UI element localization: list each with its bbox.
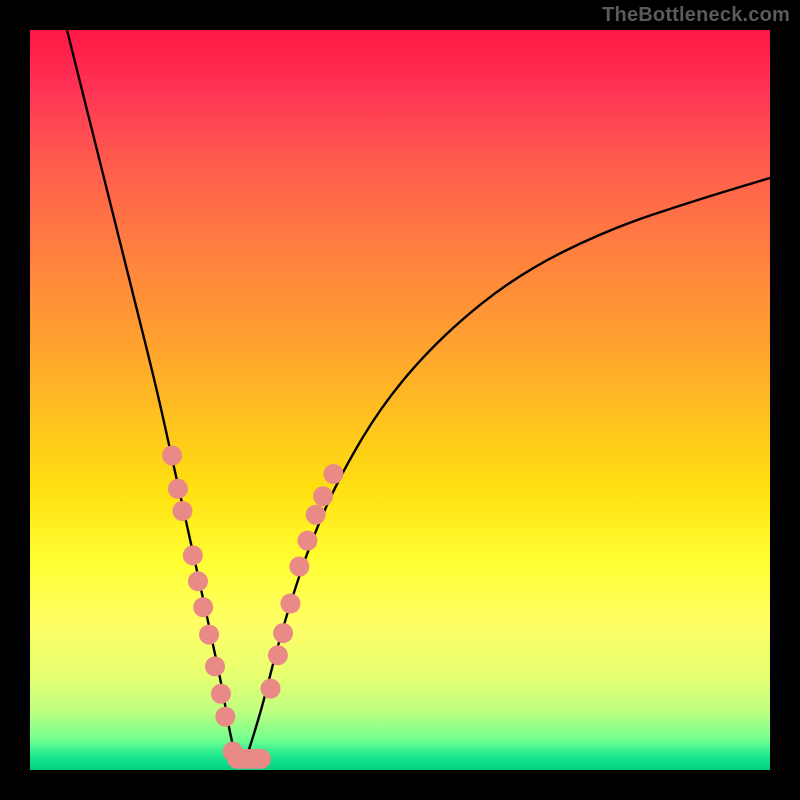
data-marker bbox=[280, 594, 300, 614]
data-marker bbox=[162, 446, 182, 466]
data-markers bbox=[162, 446, 343, 769]
data-marker bbox=[273, 623, 293, 643]
data-marker bbox=[313, 486, 333, 506]
data-marker bbox=[306, 505, 326, 525]
data-marker bbox=[215, 707, 235, 727]
data-marker bbox=[251, 749, 271, 769]
data-marker bbox=[211, 684, 231, 704]
bottleneck-curve bbox=[67, 30, 770, 763]
plot-area bbox=[30, 30, 770, 770]
data-marker bbox=[298, 531, 318, 551]
data-marker bbox=[183, 545, 203, 565]
data-marker bbox=[172, 501, 192, 521]
watermark-text: TheBottleneck.com bbox=[602, 4, 790, 27]
data-marker bbox=[323, 464, 343, 484]
data-marker bbox=[289, 557, 309, 577]
data-marker bbox=[193, 597, 213, 617]
data-marker bbox=[199, 625, 219, 645]
chart-svg bbox=[30, 30, 770, 770]
data-marker bbox=[205, 656, 225, 676]
data-marker bbox=[268, 645, 288, 665]
data-marker bbox=[188, 571, 208, 591]
data-marker bbox=[168, 479, 188, 499]
data-marker bbox=[261, 679, 281, 699]
chart-container: TheBottleneck.com bbox=[0, 0, 800, 800]
